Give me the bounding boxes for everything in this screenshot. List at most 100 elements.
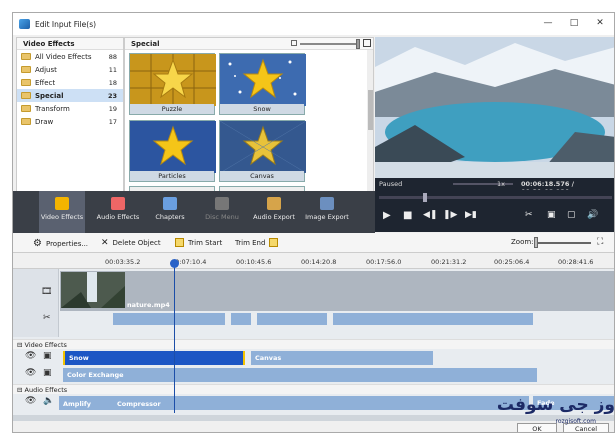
category-count: 88 [108,52,117,61]
eye-icon[interactable]: 👁 [25,351,36,361]
play-icon[interactable]: ▶ [383,210,391,221]
audio-effect-amplify[interactable]: Amplify [63,400,91,408]
delete-label: Delete Object [112,239,161,247]
thumb-size-slider[interactable] [300,43,360,45]
cut-segment[interactable] [333,313,533,325]
tab-audio-export[interactable]: Audio Export [249,191,299,233]
effect-clip-color-exchange[interactable]: Color Exchange [63,368,537,382]
tab-label: Audio Export [253,213,295,221]
category-header: Video Effects [17,38,123,50]
delete-object-button[interactable]: ✕ Delete Object [101,238,161,248]
snapshot-icon[interactable]: ▣ [547,210,556,220]
effect-clip-snow[interactable]: Snow [63,351,245,365]
category-item-adjust[interactable]: Adjust 11 [17,63,123,76]
effects-toolbar: Video Effects Audio Effects Chapters Dis… [13,191,375,233]
thumb-size-small-icon[interactable] [291,40,297,46]
cut-segment[interactable] [257,313,327,325]
play-selection-icon[interactable]: ▶▮ [465,210,477,220]
category-item-transform[interactable]: Transform 19 [17,102,123,115]
minimize-icon[interactable]: — [541,18,555,28]
ruler-tick: 00:25:06.4 [494,258,530,266]
action-bar: ⚙ Properties... ✕ Delete Object Trim Start… [13,233,614,253]
thumb-size-slider-handle[interactable] [356,39,360,49]
effect-thumb-particles[interactable]: Particles [129,120,216,182]
volume-icon[interactable]: 🔊 [587,210,598,220]
thumb-size-large-icon[interactable] [363,39,371,47]
category-count: 11 [108,65,117,74]
tab-chapters[interactable]: Chapters [147,191,193,233]
next-frame-icon[interactable]: ❚▶ [443,210,457,220]
effect-lock-icon[interactable]: ▣ [43,368,52,378]
effect-clip-canvas[interactable]: Canvas [251,351,433,365]
audio-export-icon [267,197,281,210]
timeline-zoom-slider[interactable] [535,242,591,244]
ruler-tick: 00:28:41.6 [558,258,594,266]
seek-handle[interactable] [423,193,427,202]
gallery-scroll-thumb[interactable] [368,90,373,130]
fullscreen-icon[interactable]: ▢ [567,210,576,220]
properties-button[interactable]: ⚙ Properties... [33,238,88,249]
watermark-text: وز جی سوفت [496,395,615,415]
effect-thumb-snow[interactable]: Snow [219,53,306,115]
cut-segment[interactable] [231,313,251,325]
effect-lock-icon[interactable]: ▣ [43,351,52,361]
previous-frame-icon[interactable]: ◀❚ [423,210,437,220]
clip-name: nature.mp4 [127,301,170,309]
clip-label: Snow [69,354,89,362]
category-item-effect[interactable]: Effect 18 [17,76,123,89]
trim-end-button[interactable]: Trim End [235,238,279,247]
window-title: Edit Input File(s) [35,19,97,29]
effect-category-panel: Video Effects All Video Effects 88 Adjust… [16,37,124,203]
timeline-zoom-handle[interactable] [534,237,538,248]
particles-icon [130,121,216,173]
cut-icon[interactable]: ✂ [525,210,533,220]
eye-icon[interactable]: 👁 [25,368,36,378]
stop-icon[interactable]: ■ [403,210,412,221]
section-video-effects[interactable]: ⊟ Video Effects [13,339,614,349]
canvas-icon [219,120,307,174]
maximize-icon[interactable]: □ [567,18,581,28]
category-item-all[interactable]: All Video Effects 88 [17,50,123,63]
thumb-label: Snow [220,104,304,114]
gear-icon: ⚙ [33,238,42,249]
tab-label: Image Export [305,213,349,221]
cut-segment[interactable] [113,313,225,325]
tab-image-export[interactable]: Image Export [301,191,353,233]
thumb-label: Puzzle [130,104,214,114]
category-item-special[interactable]: Special 23 [17,89,123,102]
thumb-label: Canvas [220,171,304,181]
folder-icon [21,92,31,99]
category-item-draw[interactable]: Draw 17 [17,115,123,128]
watermark-url: rozgisoft.com [555,418,596,425]
time-ruler[interactable]: 00:03:35.2 00:07:10.4 00:10:45.6 00:14:2… [13,255,614,269]
disc-icon [215,197,229,210]
audio-effect-compressor[interactable]: Compressor [117,400,161,408]
edit-window: Edit Input File(s) — □ ✕ Video Effects A… [12,12,615,433]
trim-end-label: Trim End [235,238,266,247]
fit-icon[interactable]: ⛶ [597,237,603,247]
tab-video-effects[interactable]: Video Effects [39,191,85,233]
effect-thumb-puzzle[interactable]: Puzzle [129,53,216,115]
tab-audio-effects[interactable]: Audio Effects [95,191,141,233]
eye-icon[interactable]: 👁 [25,396,36,406]
section-label: Video Effects [24,341,67,349]
close-icon[interactable]: ✕ [593,18,607,28]
video-clip-thumbnail[interactable] [61,272,125,308]
audio-icon [111,197,125,210]
playhead-handle[interactable] [170,259,179,268]
trim-start-icon [175,238,184,247]
folder-icon [21,118,31,125]
folder-icon [21,79,31,86]
trim-start-button[interactable]: Trim Start [175,238,222,247]
player-status-bar: Paused 1x 00:06:18.576 / 00:31:08.920 [375,178,614,196]
effect-thumb-canvas[interactable]: Canvas [219,120,307,182]
speaker-icon[interactable]: 🔈 [43,396,54,406]
tab-label: Disc Menu [205,213,239,221]
category-count: 23 [107,91,117,100]
tab-label: Audio Effects [96,213,140,221]
gallery-scrollbar[interactable] [367,50,373,202]
folder-icon [21,105,31,112]
category-label: Transform [35,104,70,113]
category-label: Draw [35,117,54,126]
seek-bar[interactable] [379,196,612,199]
